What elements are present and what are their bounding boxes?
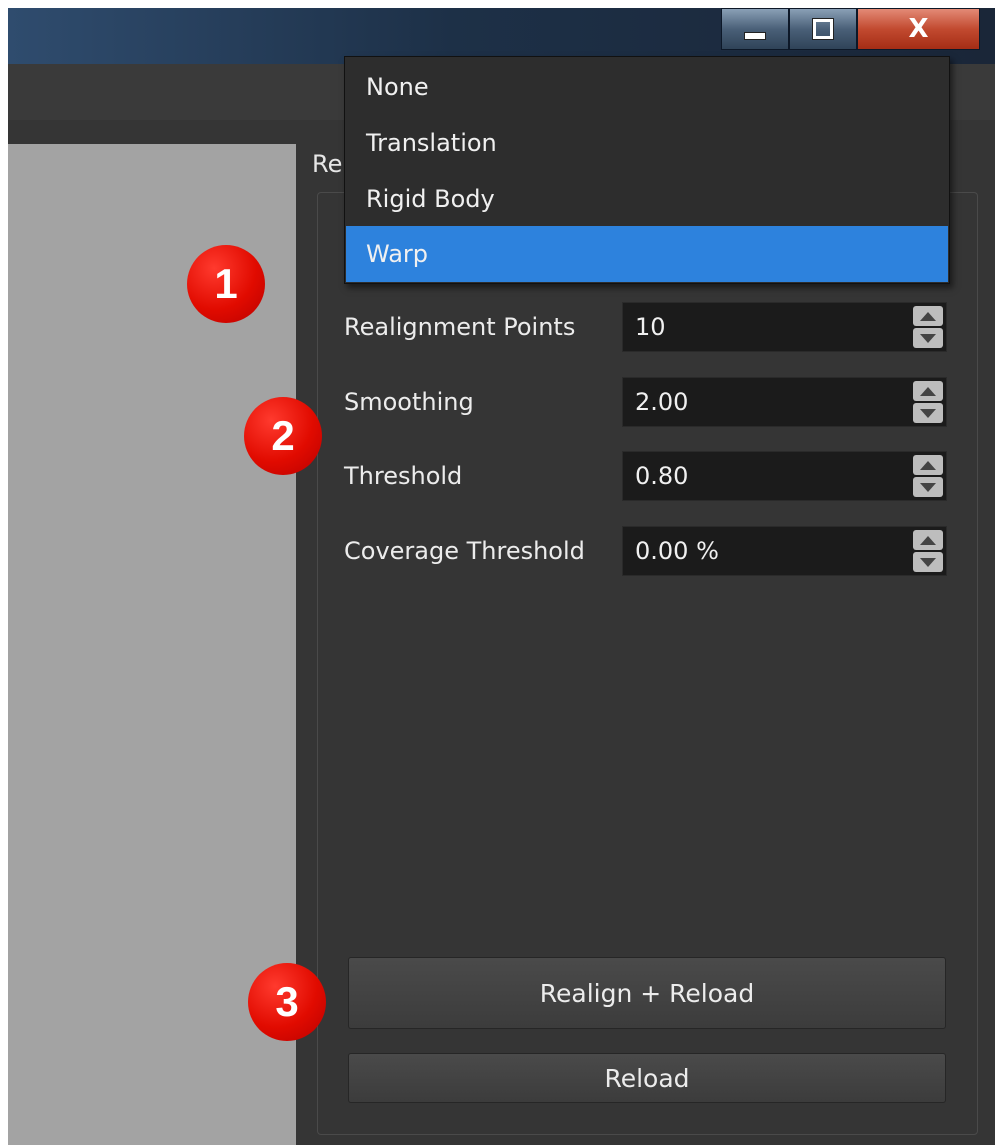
decrement-button[interactable]	[913, 403, 943, 423]
increment-button[interactable]	[913, 455, 943, 475]
realign-reload-button[interactable]: Realign + Reload	[348, 957, 946, 1029]
spin-buttons	[913, 455, 943, 497]
close-button[interactable]: X	[857, 8, 980, 50]
arrow-down-icon	[920, 408, 936, 418]
coverage-threshold-value: 0.00 %	[635, 537, 719, 565]
realign-group-title: Re	[312, 150, 343, 178]
smoothing-spinbox[interactable]: 2.00	[622, 377, 947, 427]
increment-button[interactable]	[913, 530, 943, 550]
arrow-down-icon	[920, 557, 936, 567]
realignment-points-label: Realignment Points	[344, 313, 576, 341]
reload-button[interactable]: Reload	[348, 1053, 946, 1103]
restore-icon	[812, 18, 834, 40]
close-icon: X	[908, 14, 929, 44]
coverage-threshold-label: Coverage Threshold	[344, 537, 585, 565]
decrement-button[interactable]	[913, 477, 943, 497]
spin-buttons	[913, 530, 943, 572]
dropdown-option-none[interactable]: None	[346, 59, 948, 115]
arrow-down-icon	[920, 482, 936, 492]
realignment-points-value: 10	[635, 313, 666, 341]
annotation-badge-3: 3	[248, 963, 326, 1041]
realignment-points-spinbox[interactable]: 10	[622, 302, 947, 352]
arrow-up-icon	[920, 460, 936, 470]
decrement-button[interactable]	[913, 552, 943, 572]
arrow-up-icon	[920, 311, 936, 321]
arrow-up-icon	[920, 535, 936, 545]
spin-buttons	[913, 306, 943, 348]
maximize-button[interactable]	[789, 8, 857, 50]
minimize-icon	[744, 32, 766, 40]
smoothing-value: 2.00	[635, 388, 689, 416]
dropdown-option-translation[interactable]: Translation	[346, 115, 948, 171]
realignment-type-dropdown-list: None Translation Rigid Body Warp	[344, 56, 950, 284]
increment-button[interactable]	[913, 381, 943, 401]
spin-buttons	[913, 381, 943, 423]
annotation-badge-1: 1	[187, 245, 265, 323]
dropdown-option-rigid-body[interactable]: Rigid Body	[346, 171, 948, 227]
window-controls: X	[721, 8, 980, 50]
annotation-badge-2: 2	[244, 397, 322, 475]
threshold-spinbox[interactable]: 0.80	[622, 451, 947, 501]
increment-button[interactable]	[913, 306, 943, 326]
arrow-down-icon	[920, 333, 936, 343]
dropdown-option-warp[interactable]: Warp	[346, 226, 948, 282]
arrow-up-icon	[920, 386, 936, 396]
threshold-label: Threshold	[344, 462, 463, 490]
minimize-button[interactable]	[721, 8, 789, 50]
smoothing-label: Smoothing	[344, 388, 474, 416]
threshold-value: 0.80	[635, 462, 689, 490]
decrement-button[interactable]	[913, 328, 943, 348]
coverage-threshold-spinbox[interactable]: 0.00 %	[622, 526, 947, 576]
